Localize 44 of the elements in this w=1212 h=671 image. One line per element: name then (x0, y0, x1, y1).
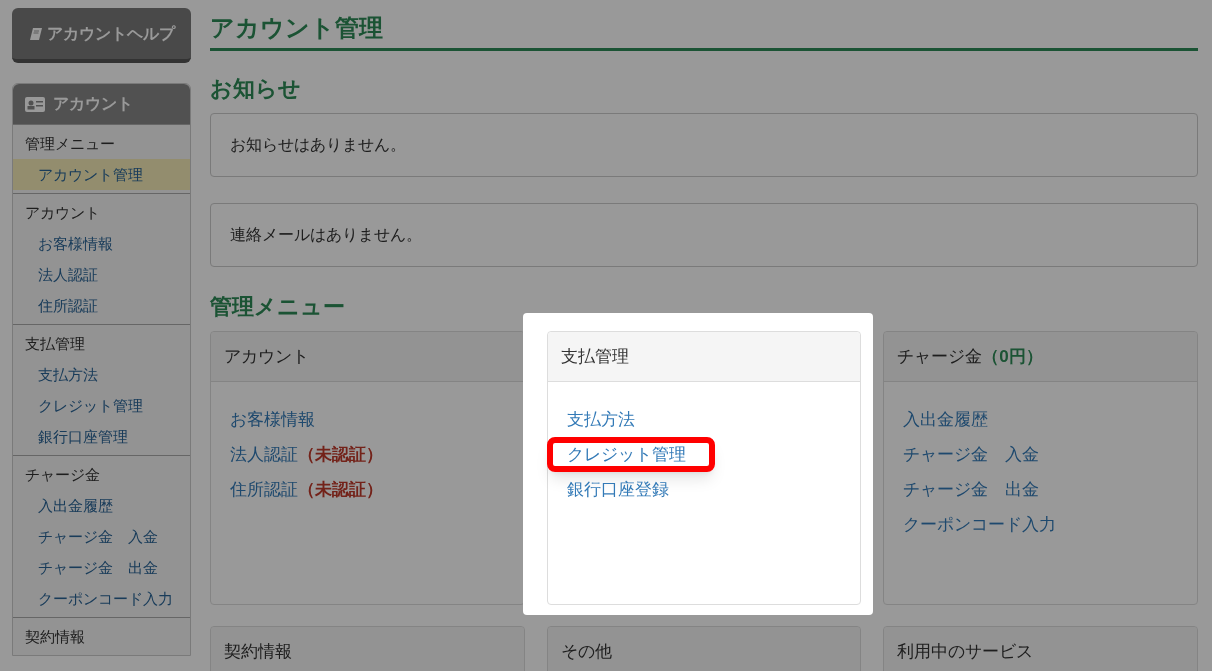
status-label: （未認証） (298, 443, 383, 466)
id-card-icon (25, 96, 45, 112)
sidebar-group-label: アカウント (24, 203, 101, 223)
balance-amount: （0円） (982, 345, 1043, 368)
menu-link[interactable]: チャージ金 入金 (903, 441, 1040, 468)
card-title: チャージ金 (897, 345, 983, 368)
sidebar-link[interactable]: お客様情報 (13, 228, 190, 259)
sidebar-link[interactable]: チャージ金 出金 (13, 552, 190, 583)
menu-link[interactable]: 法人認証 (230, 441, 298, 468)
section-heading: お知らせ (210, 75, 302, 103)
menu-link[interactable]: 住所認証 (230, 476, 298, 503)
notice-message: お知らせはありません。 (230, 135, 406, 155)
menu-link[interactable]: 支払方法 (566, 406, 635, 433)
card-title: その他 (560, 640, 612, 663)
sidebar-link[interactable]: 法人認証 (13, 259, 190, 290)
page-title: アカウント管理 (210, 14, 384, 42)
sidebar-group-label: 支払管理 (24, 334, 86, 354)
menu-link[interactable]: チャージ金 出金 (903, 476, 1040, 503)
sidebar-link[interactable]: 入出金履歴 (13, 490, 190, 521)
section-heading: 管理メニュー (210, 293, 346, 321)
card-title: 利用中のサービス (897, 640, 1034, 663)
book-icon (28, 26, 43, 41)
status-label: （未認証） (298, 478, 383, 501)
sidebar-link[interactable]: 支払方法 (13, 359, 190, 390)
menu-link[interactable]: 銀行口座登録 (566, 476, 669, 503)
sidebar-link[interactable]: 銀行口座管理 (13, 421, 190, 452)
sidebar-group-label: チャージ金 (24, 465, 101, 485)
menu-link[interactable]: お客様情報 (230, 406, 315, 433)
sidebar-group-label: 契約情報 (24, 627, 86, 647)
card-title: 契約情報 (224, 640, 292, 663)
sidebar-group-label: 管理メニュー (24, 134, 116, 154)
sidebar-link[interactable]: アカウント管理 (13, 159, 190, 190)
help-button[interactable]: アカウントヘルプ (12, 8, 191, 63)
card-title: 支払管理 (560, 345, 629, 368)
sidebar-link[interactable]: クーポンコード入力 (13, 583, 190, 614)
sidebar-link[interactable]: チャージ金 入金 (13, 521, 190, 552)
menu-link[interactable]: クーポンコード入力 (903, 511, 1057, 538)
sidebar-link[interactable]: クレジット管理 (13, 390, 190, 421)
card-title: アカウント (224, 345, 309, 368)
notice-message: 連絡メールはありません。 (230, 225, 422, 245)
sidebar-title: アカウント (53, 94, 133, 114)
sidebar-link[interactable]: 住所認証 (13, 290, 190, 321)
menu-link[interactable]: クレジット管理 (566, 441, 686, 468)
menu-link[interactable]: 入出金履歴 (903, 406, 989, 433)
